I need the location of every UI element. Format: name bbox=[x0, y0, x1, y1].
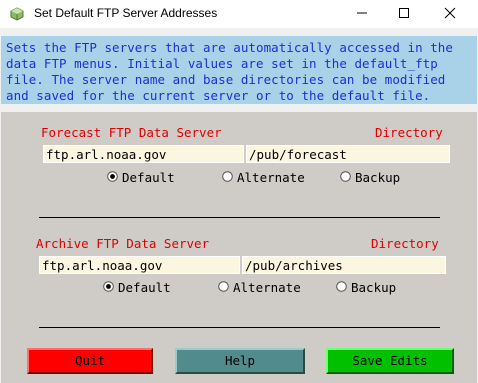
archive-radio-alternate[interactable]: Alternate bbox=[218, 280, 301, 340]
section-divider bbox=[39, 327, 440, 328]
info-line: data FTP menus. Initial values are set i… bbox=[6, 56, 438, 71]
radio-label: Alternate bbox=[233, 280, 301, 295]
forecast-directory-input[interactable]: /pub/forecast bbox=[246, 145, 450, 163]
section-divider bbox=[39, 217, 440, 218]
radio-label: Default bbox=[122, 170, 175, 185]
radio-unselected-icon bbox=[340, 171, 351, 182]
forecast-server-label: Forecast FTP Data Server bbox=[41, 125, 222, 140]
app-cube-icon bbox=[10, 6, 24, 21]
maximize-icon bbox=[399, 8, 409, 18]
title-bar[interactable]: Set Default FTP Server Addresses bbox=[0, 0, 478, 28]
forecast-directory-label: Directory bbox=[375, 125, 443, 140]
radio-selected-icon bbox=[103, 281, 114, 292]
quit-button[interactable]: Quit bbox=[27, 348, 153, 374]
archive-directory-label: Directory bbox=[371, 236, 439, 251]
info-line: Sets the FTP servers that are automatica… bbox=[6, 40, 453, 55]
forecast-radio-alternate[interactable]: Alternate bbox=[222, 170, 305, 230]
radio-label: Alternate bbox=[237, 170, 305, 185]
radio-unselected-icon bbox=[222, 171, 233, 182]
archive-server-input[interactable]: ftp.arl.noaa.gov bbox=[39, 256, 240, 274]
radio-unselected-icon bbox=[218, 281, 229, 292]
close-icon bbox=[444, 7, 456, 19]
radio-label: Backup bbox=[355, 170, 401, 185]
info-line: file. The server name and base directori… bbox=[6, 72, 446, 87]
archive-radio-default[interactable]: Default bbox=[103, 280, 171, 340]
window-title: Set Default FTP Server Addresses bbox=[34, 6, 218, 20]
forecast-server-input[interactable]: ftp.arl.noaa.gov bbox=[43, 145, 244, 163]
help-button[interactable]: Help bbox=[175, 348, 305, 374]
maximize-button[interactable] bbox=[386, 0, 422, 26]
info-message: Sets the FTP servers that are automatica… bbox=[1, 36, 477, 104]
save-edits-button[interactable]: Save Edits bbox=[326, 348, 454, 374]
forecast-radio-backup[interactable]: Backup bbox=[340, 170, 400, 230]
radio-label: Default bbox=[118, 280, 171, 295]
archive-server-label: Archive FTP Data Server bbox=[36, 236, 210, 251]
archive-radio-backup[interactable]: Backup bbox=[336, 280, 396, 340]
radio-selected-icon bbox=[107, 171, 118, 182]
forecast-radio-default[interactable]: Default bbox=[107, 170, 175, 230]
radio-unselected-icon bbox=[336, 281, 347, 292]
minimize-icon bbox=[357, 12, 367, 14]
info-line: and saved for the current server or to t… bbox=[6, 88, 431, 103]
archive-directory-input[interactable]: /pub/archives bbox=[242, 256, 446, 274]
radio-label: Backup bbox=[351, 280, 397, 295]
minimize-button[interactable] bbox=[344, 0, 380, 26]
close-button[interactable] bbox=[432, 0, 468, 26]
